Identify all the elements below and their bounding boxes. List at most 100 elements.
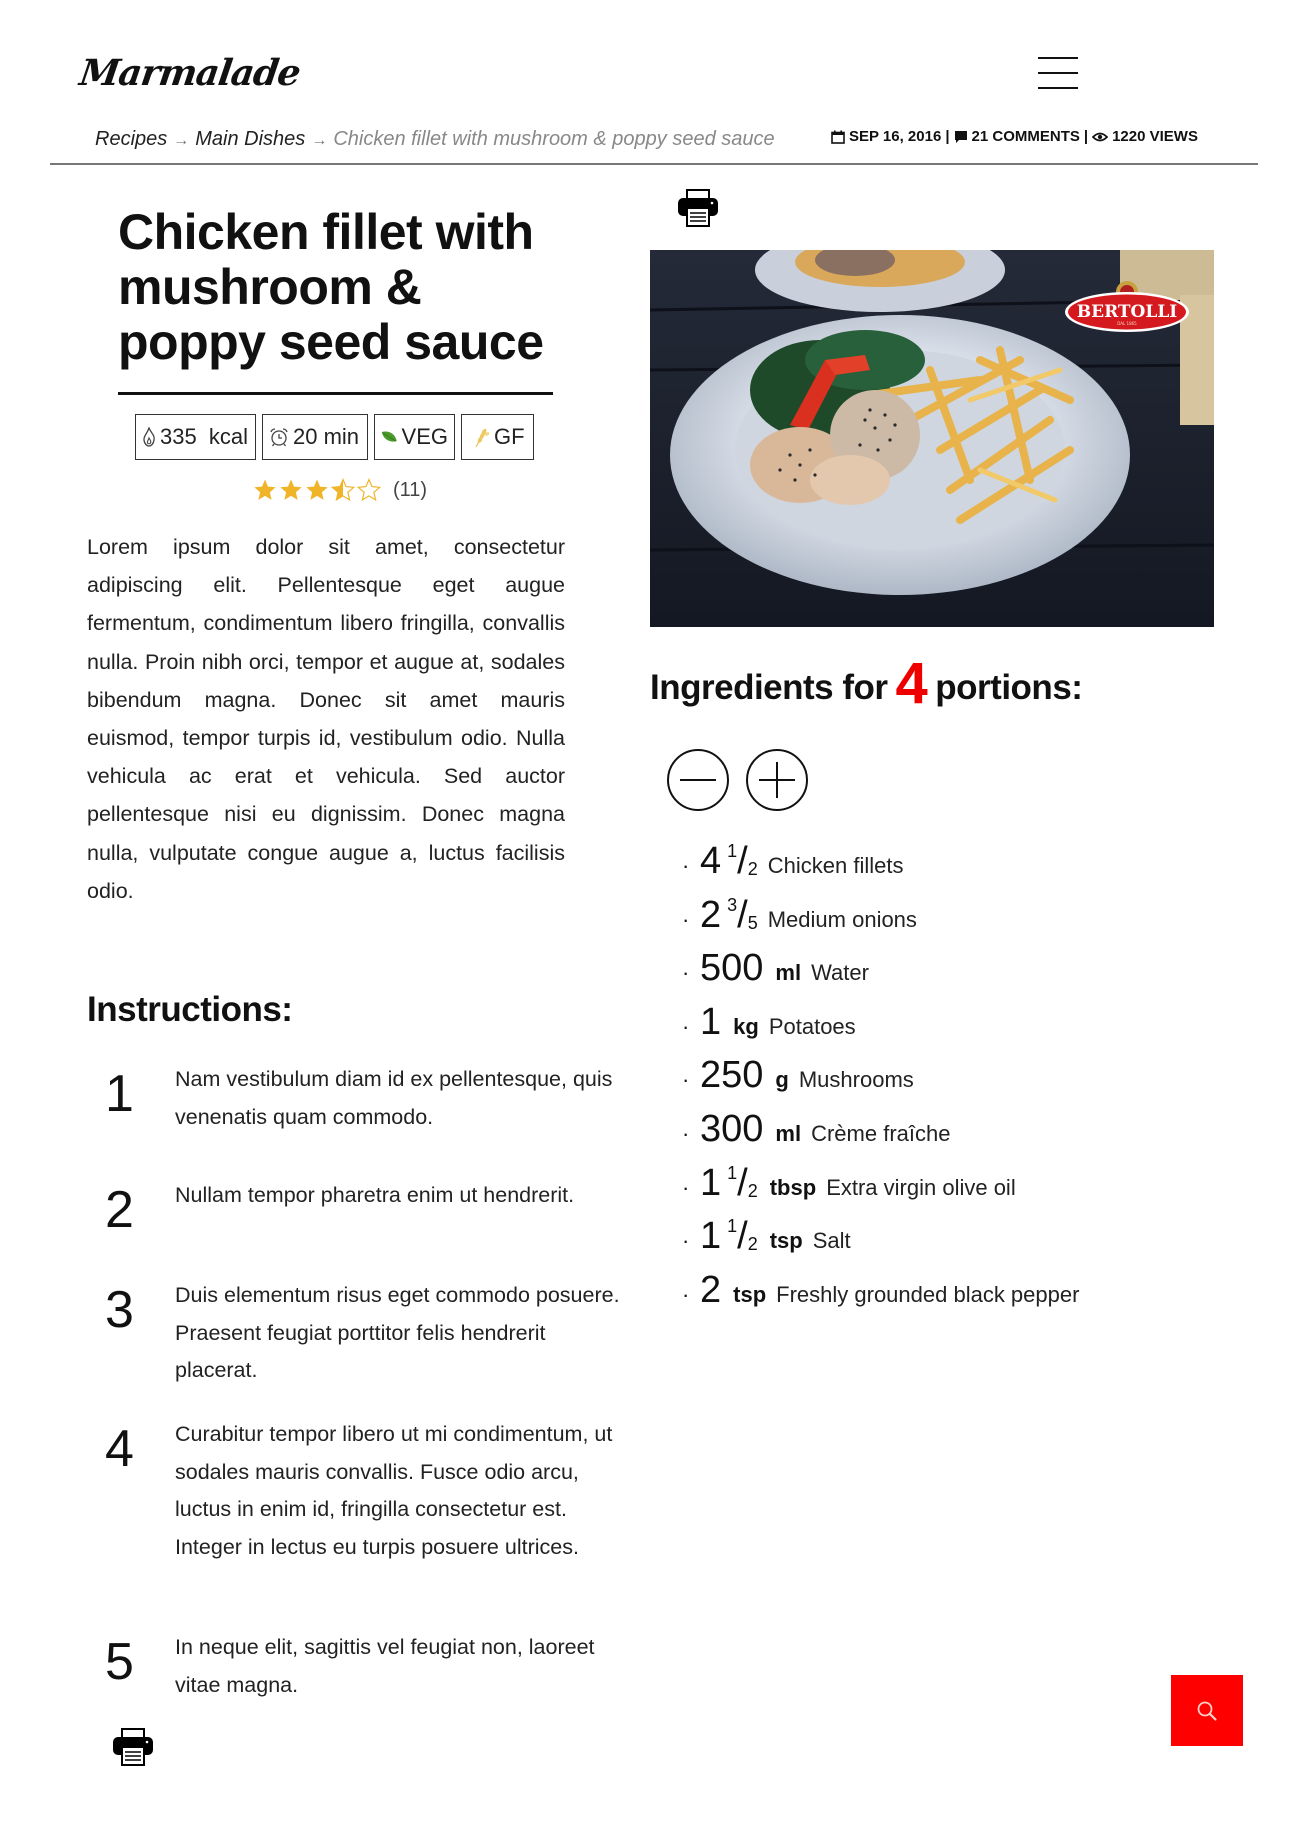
step-number: 4 <box>105 1420 134 1478</box>
fraction-denominator: 5 <box>747 912 758 933</box>
ingredient-unit: tsp <box>733 1281 767 1307</box>
ingredient-name: Mushrooms <box>798 1067 914 1093</box>
breadcrumb-current: Chicken fillet with mushroom & poppy see… <box>333 128 775 150</box>
ingredient-unit: tbsp <box>769 1174 817 1200</box>
fraction-denominator: 2 <box>747 859 758 879</box>
bullet: · <box>682 1120 690 1146</box>
decrease-portions-button[interactable] <box>667 749 729 811</box>
fraction-denominator: 2 <box>747 1234 758 1255</box>
breadcrumb-arrow-icon: → <box>173 132 190 149</box>
ingredient-name: Salt <box>812 1228 851 1254</box>
ingredient-fraction: 3/5 <box>727 893 758 936</box>
star-empty-icon[interactable] <box>357 478 381 502</box>
ingredient-unit: g <box>775 1067 789 1093</box>
step-number: 5 <box>105 1633 134 1691</box>
alarm-clock-icon <box>270 428 288 447</box>
star-rating[interactable]: (11) <box>253 478 427 502</box>
ingredient-item: · 250 g Mushrooms <box>682 1054 1079 1108</box>
badge-label: VEG <box>401 424 448 449</box>
printer-icon <box>113 1728 153 1766</box>
post-date: SEP 16, 2016 <box>849 128 942 145</box>
instructions-heading: Instructions: <box>87 990 293 1029</box>
instruction-step: 4 Curabitur tempor libero ut mi condimen… <box>87 1420 627 1609</box>
bullet: · <box>682 906 690 932</box>
ingredient-name: Water <box>811 960 869 986</box>
instruction-step: 2 Nullam tempor pharetra enim ut hendrer… <box>87 1181 627 1257</box>
ingredient-name: Extra virgin olive oil <box>826 1174 1016 1200</box>
badge-calories: 335 kcal <box>135 414 256 460</box>
instruction-step: 3 Duis elementum risus eget commodo posu… <box>87 1281 627 1396</box>
print-button-top[interactable] <box>676 188 720 228</box>
ingredients-heading-prefix: Ingredients for <box>650 668 888 707</box>
instruction-steps: 1 Nam vestibulum diam id ex pellentesque… <box>87 1065 627 1733</box>
ingredient-name: Potatoes <box>768 1013 856 1039</box>
recipe-photo: BERTOLLI DAL 1865 <box>650 250 1214 627</box>
bullet: · <box>682 853 690 878</box>
badge-label: GF <box>494 424 525 449</box>
comments-count[interactable]: 21 COMMENTS <box>972 128 1080 145</box>
search-button[interactable] <box>1171 1675 1243 1746</box>
print-button-bottom[interactable] <box>111 1727 155 1767</box>
ingredient-unit: kg <box>733 1013 759 1039</box>
bullet: · <box>682 1281 690 1307</box>
badge-vegetarian: VEG <box>374 414 455 460</box>
step-text: Nullam tempor pharetra enim ut hendrerit… <box>175 1183 575 1207</box>
bullet: · <box>682 1228 690 1254</box>
ingredient-name: Chicken fillets <box>767 853 904 878</box>
bullet: · <box>682 1174 690 1200</box>
recipe-badges: 335 kcal 20 min VEG GF <box>135 414 534 460</box>
step-text: Curabitur tempor libero ut mi condimentu… <box>175 1422 613 1559</box>
ingredient-quantity: 4 <box>700 840 722 882</box>
badge-time: 20 min <box>262 414 368 460</box>
rating-count: (11) <box>393 478 428 501</box>
post-meta: SEP 16, 2016 | 21 COMMENTS | 1220 VIEWS <box>831 128 1198 145</box>
ingredient-quantity: 1 <box>700 1215 722 1258</box>
fraction-numerator: 3 <box>727 894 738 915</box>
breadcrumb-arrow-icon: → <box>311 132 328 149</box>
ingredient-name: Freshly grounded black pepper <box>776 1281 1080 1307</box>
menu-bar <box>1038 72 1078 74</box>
hamburger-menu-icon[interactable] <box>1036 55 1080 91</box>
ingredient-quantity: 1 <box>700 1000 722 1043</box>
breadcrumb-main-dishes[interactable]: Main Dishes <box>195 128 305 150</box>
breadcrumb-recipes[interactable]: Recipes <box>95 128 167 150</box>
fraction-numerator: 1 <box>727 841 738 861</box>
star-full-icon[interactable] <box>279 478 303 502</box>
step-text: Nam vestibulum diam id ex pellentesque, … <box>175 1067 613 1129</box>
instruction-step: 1 Nam vestibulum diam id ex pellentesque… <box>87 1065 627 1157</box>
ingredient-quantity: 250 <box>700 1054 764 1097</box>
badge-gluten-free: GF <box>461 414 534 460</box>
step-number: 3 <box>105 1281 134 1339</box>
instruction-step: 5 In neque elit, sagittis vel feugiat no… <box>87 1633 627 1709</box>
calendar-icon <box>831 130 845 144</box>
printer-icon <box>678 189 718 227</box>
star-half-icon[interactable] <box>331 478 355 502</box>
ingredient-quantity: 500 <box>700 947 764 990</box>
badge-label: 335 kcal <box>160 424 249 449</box>
increase-portions-button[interactable] <box>746 749 808 811</box>
ingredient-quantity: 300 <box>700 1107 764 1150</box>
flame-icon <box>143 427 155 447</box>
ingredient-item: · 1 1/2 tbsp Extra virgin olive oil <box>682 1162 1079 1216</box>
ingredient-item: · 2 3/5 Medium onions <box>682 894 1079 948</box>
wheat-icon <box>475 428 490 448</box>
ingredient-item: · 500 ml Water <box>682 947 1079 1001</box>
ingredients-heading-suffix: portions: <box>935 668 1083 707</box>
bertolli-logo-text: BERTOLLI <box>1077 302 1178 322</box>
star-full-icon[interactable] <box>305 478 329 502</box>
ingredient-unit: tsp <box>769 1228 803 1254</box>
menu-bar <box>1038 87 1078 89</box>
star-full-icon[interactable] <box>253 478 277 502</box>
bullet: · <box>682 1013 690 1039</box>
step-text: In neque elit, sagittis vel feugiat non,… <box>175 1635 595 1697</box>
breadcrumb: Recipes → Main Dishes → Chicken fillet with … <box>95 128 775 151</box>
site-logo[interactable]: Marmalade <box>77 52 303 94</box>
ingredient-item: · 4 1/2 Chicken fillets <box>682 840 1079 894</box>
ingredients-heading: Ingredients for 4 portions: <box>650 650 1083 717</box>
recipe-intro: Lorem ipsum dolor sit amet, consectetur … <box>87 535 565 903</box>
bullet: · <box>682 1067 690 1093</box>
ingredient-unit: ml <box>775 960 802 986</box>
search-icon <box>1197 1701 1217 1721</box>
comment-icon <box>954 130 967 143</box>
recipe-title: Chicken fillet with mushroom & poppy see… <box>118 204 544 370</box>
